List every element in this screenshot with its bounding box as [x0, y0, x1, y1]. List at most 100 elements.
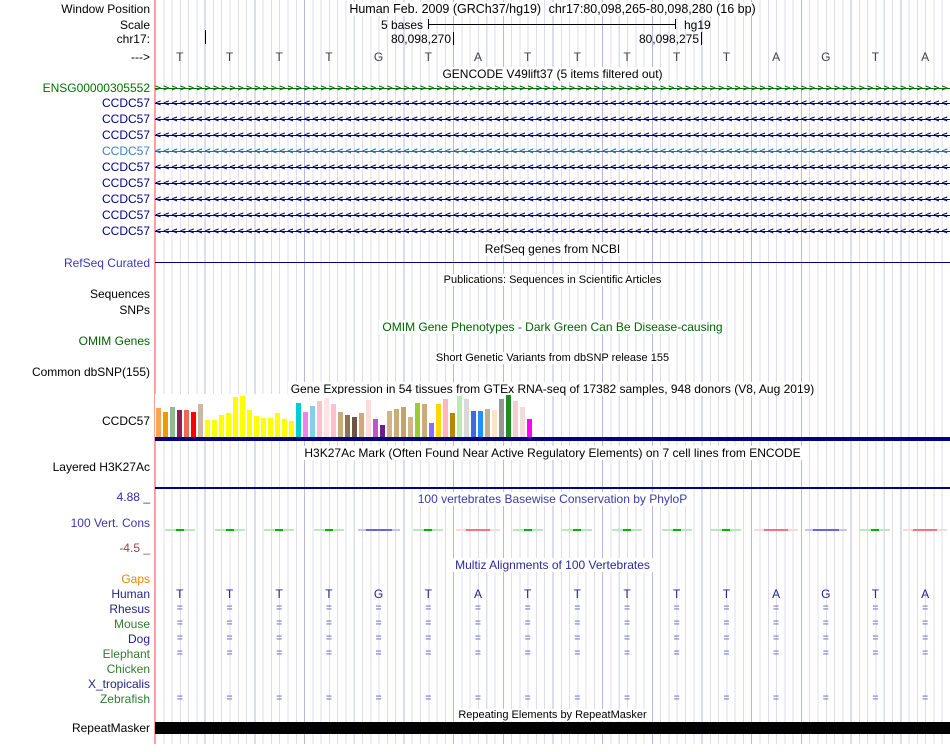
publications-snps-label[interactable]: SNPs [119, 303, 150, 318]
alignment-match-glyph: = [773, 633, 780, 644]
h3k27ac-label[interactable]: Layered H3K27Ac [53, 460, 150, 475]
gene-label[interactable]: CCDC57 [102, 192, 150, 207]
gtex-tissue-bar [359, 413, 364, 437]
base-letter: A [772, 50, 781, 64]
phylop-mark [913, 529, 938, 531]
alignment-match-glyph: = [475, 618, 481, 629]
gtex-expression-barchart[interactable] [155, 394, 539, 437]
gtex-tissue-bar [184, 410, 189, 437]
phylop-mark [175, 529, 184, 531]
phylop-track-label[interactable]: 100 Vert. Cons [71, 516, 150, 531]
alignment-match-glyph: = [773, 648, 780, 659]
alignment-match-glyph: = [872, 648, 879, 659]
gene-strand-arrows: <<<<<<<<<<<<<<<<<<<<<<<<<<<<<<<<<<<<<<<<… [155, 114, 950, 125]
alignment-match-glyph: = [773, 693, 780, 704]
alignment-match-glyph: = [276, 618, 283, 629]
species-label-chicken[interactable]: Chicken [107, 662, 150, 677]
refseq-gene-line[interactable] [155, 262, 950, 263]
phylop-mark [764, 529, 789, 531]
alignment-match-glyph: = [226, 648, 233, 659]
alignment-match-glyph: = [524, 648, 531, 659]
aligned-base: A [473, 587, 482, 601]
h3k27ac-zero-line [155, 487, 950, 489]
gene-strand-arrows: <<<<<<<<<<<<<<<<<<<<<<<<<<<<<<<<<<<<<<<<… [155, 98, 950, 109]
position-title: chr17:80,098,265-80,098,280 (16 bp) [546, 2, 758, 16]
scale-bar [428, 24, 676, 25]
alignment-match-glyph: = [425, 618, 432, 629]
dbsnp-label[interactable]: Common dbSNP(155) [32, 365, 150, 380]
alignment-match-glyph: = [723, 603, 730, 614]
gene-body-reverse[interactable]: <<<<<<<<<<<<<<<<<<<<<<<<<<<<<<<<<<<<<<<<… [155, 160, 950, 175]
aligned-base: T [176, 587, 184, 601]
publications-title: Publications: Sequences in Scientific Ar… [155, 273, 950, 287]
scale-genome-label: hg19 [684, 18, 711, 32]
gene-body-reverse[interactable]: <<<<<<<<<<<<<<<<<<<<<<<<<<<<<<<<<<<<<<<<… [155, 96, 950, 111]
gtex-tissue-bar [408, 417, 413, 437]
window-position-label: Window Position [61, 2, 150, 16]
omim-genes-label[interactable]: OMIM Genes [79, 334, 150, 349]
gtex-tissue-bar [275, 413, 280, 437]
gene-body-reverse[interactable]: <<<<<<<<<<<<<<<<<<<<<<<<<<<<<<<<<<<<<<<<… [155, 224, 950, 239]
gtex-tissue-bar [380, 425, 385, 437]
alignment-match-glyph: = [574, 603, 581, 614]
alignment-match-glyph: = [425, 648, 432, 659]
gtex-tissue-bar [233, 397, 238, 437]
gene-body-reverse[interactable]: <<<<<<<<<<<<<<<<<<<<<<<<<<<<<<<<<<<<<<<<… [155, 128, 950, 143]
gene-label[interactable]: CCDC57 [102, 128, 150, 143]
scale-bar-left-tick [428, 19, 429, 29]
gene-strand-arrows: >>>>>>>>>>>>>>>>>>>>>>>>>>>>>>>>>>>>>>>>… [155, 83, 950, 94]
species-label-gaps[interactable]: Gaps [121, 572, 150, 587]
alignment-match-glyph: = [325, 603, 332, 614]
gene-label[interactable]: CCDC57 [102, 144, 150, 159]
alignment-match-glyph: = [524, 633, 531, 644]
gtex-tissue-bar [513, 401, 518, 437]
gene-body-reverse[interactable]: <<<<<<<<<<<<<<<<<<<<<<<<<<<<<<<<<<<<<<<<… [155, 112, 950, 127]
phylop-mark [225, 529, 234, 531]
refseq-title: RefSeq genes from NCBI [155, 242, 950, 256]
gtex-tissue-bar [373, 419, 378, 437]
position-header: Human Feb. 2009 (GRCh37/hg19) chr17:80,0… [155, 2, 950, 16]
alignment-match-glyph: = [425, 633, 432, 644]
species-label-x_tropicalis[interactable]: X_tropicalis [88, 677, 150, 692]
gtex-tissue-bar [289, 421, 294, 437]
gene-label[interactable]: CCDC57 [102, 160, 150, 175]
refseq-curated-label[interactable]: RefSeq Curated [64, 256, 150, 271]
gene-strand-arrows: <<<<<<<<<<<<<<<<<<<<<<<<<<<<<<<<<<<<<<<<… [155, 178, 950, 189]
alignment-match-glyph: = [723, 633, 730, 644]
gene-label[interactable]: CCDC57 [102, 112, 150, 127]
phylop-mark [324, 529, 333, 531]
gene-body-reverse[interactable]: <<<<<<<<<<<<<<<<<<<<<<<<<<<<<<<<<<<<<<<<… [155, 192, 950, 207]
phylop-mark [871, 529, 880, 531]
gtex-gene-label[interactable]: CCDC57 [102, 414, 150, 429]
alignment-match-glyph: = [176, 603, 183, 614]
repeatmasker-title: Repeating Elements by RepeatMasker [155, 708, 950, 722]
gene-label[interactable]: ENSG00000305552 [43, 81, 150, 96]
gtex-tissue-bar [499, 399, 504, 437]
repeatmasker-element-bar[interactable] [155, 722, 950, 734]
repeatmasker-label[interactable]: RepeatMasker [72, 721, 150, 736]
gene-body-reverse[interactable]: <<<<<<<<<<<<<<<<<<<<<<<<<<<<<<<<<<<<<<<<… [155, 176, 950, 191]
alignment-match-glyph: = [524, 693, 531, 704]
coord-tick-stub [205, 30, 206, 44]
gene-label[interactable]: CCDC57 [102, 208, 150, 223]
dbsnp-title: Short Genetic Variants from dbSNP releas… [155, 351, 950, 365]
gene-label[interactable]: CCDC57 [102, 96, 150, 111]
publications-sequences-label[interactable]: Sequences [90, 287, 150, 302]
gene-label[interactable]: CCDC57 [102, 176, 150, 191]
gtex-tissue-bar [205, 420, 210, 437]
alignment-match-glyph: = [922, 633, 929, 644]
gene-body-forward[interactable]: >>>>>>>>>>>>>>>>>>>>>>>>>>>>>>>>>>>>>>>>… [155, 81, 950, 96]
coord-label-1: 80,098,270 [390, 32, 451, 46]
gtex-tissue-bar [198, 404, 203, 437]
gene-body-reverse[interactable]: <<<<<<<<<<<<<<<<<<<<<<<<<<<<<<<<<<<<<<<<… [155, 144, 950, 159]
base-letter: T [722, 50, 731, 64]
alignment-row-rhesus: = = = = = = = = = = = = = = = = [0, 602, 950, 616]
gene-strand-arrows: <<<<<<<<<<<<<<<<<<<<<<<<<<<<<<<<<<<<<<<<… [155, 146, 950, 157]
gene-label[interactable]: CCDC57 [102, 224, 150, 239]
alignment-match-glyph: = [226, 603, 233, 614]
alignment-match-glyph: = [624, 618, 630, 629]
gene-body-reverse[interactable]: <<<<<<<<<<<<<<<<<<<<<<<<<<<<<<<<<<<<<<<<… [155, 208, 950, 223]
gtex-tissue-bar [219, 415, 224, 437]
phylop-mark [722, 529, 731, 531]
alignment-match-glyph: = [922, 618, 929, 629]
